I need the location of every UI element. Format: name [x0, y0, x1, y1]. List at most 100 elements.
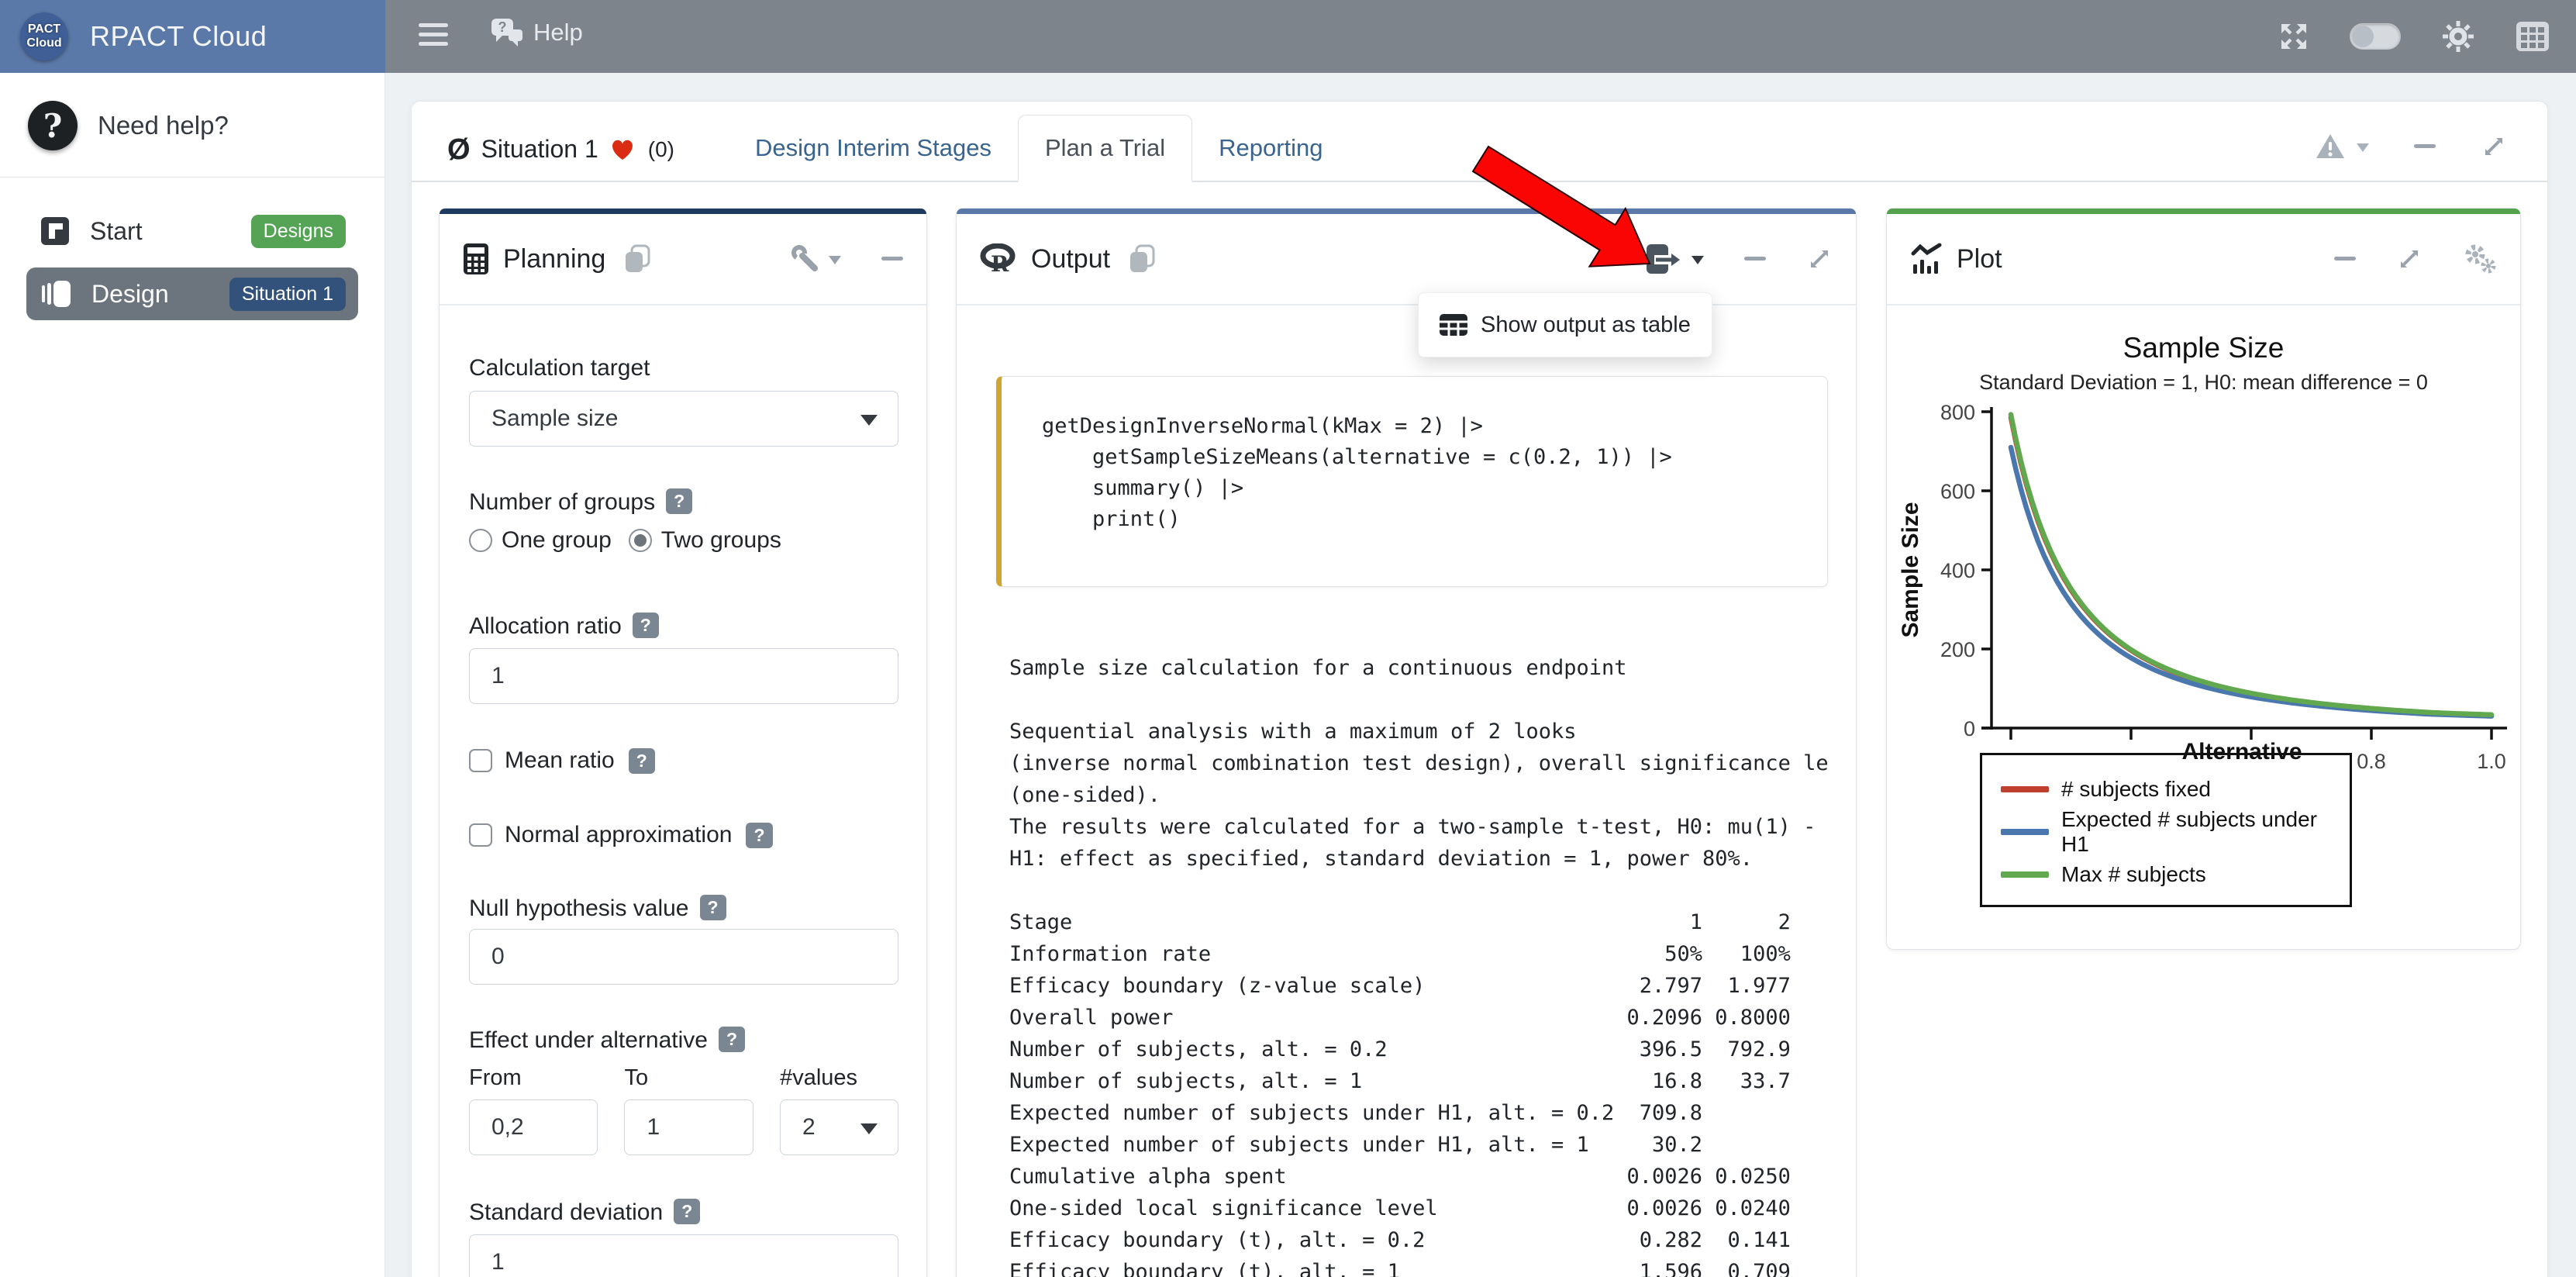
help-question-badge[interactable]: ? — [629, 748, 655, 774]
hamburger-menu-icon[interactable] — [419, 23, 448, 50]
legend-swatch-red — [2001, 786, 2049, 792]
mean-ratio-checkbox[interactable] — [469, 749, 492, 772]
r-code-text: getDesignInverseNormal(kMax = 2) |> getS… — [1002, 377, 1827, 535]
r-logo-icon: R — [980, 243, 1017, 274]
fullscreen-arrows-icon[interactable] — [2278, 21, 2309, 52]
svg-text:Sample Size: Sample Size — [1898, 502, 1923, 637]
caret-down-icon — [1691, 256, 1704, 271]
two-groups-radio[interactable] — [629, 529, 652, 552]
mean-ratio-label: Mean ratio — [505, 747, 615, 774]
expand-icon[interactable] — [2396, 246, 2423, 272]
output-accent — [957, 209, 1856, 214]
help-bubble-icon: ? — [490, 17, 524, 48]
app-screen: PACT Cloud RPACT Cloud ? Help — [0, 0, 2576, 1277]
minimize-icon[interactable] — [1744, 256, 1766, 262]
start-icon — [40, 216, 70, 246]
sidebar-item-start[interactable]: Start Designs — [26, 205, 358, 257]
legend-label: Max # subjects — [2061, 862, 2206, 887]
help-question-badge[interactable]: ? — [700, 895, 726, 920]
calculation-target-label: Calculation target — [469, 355, 898, 385]
empty-set-icon: Ø — [447, 136, 471, 163]
tab-design-interim-stages[interactable]: Design Interim Stages — [729, 116, 1018, 181]
effect-range-labels: From To #values — [469, 1065, 898, 1095]
r-code-block: getDesignInverseNormal(kMax = 2) |> getS… — [996, 376, 1828, 587]
minimize-icon[interactable] — [2334, 256, 2356, 262]
chart-title: Sample Size — [1887, 332, 2520, 364]
svg-text:0: 0 — [1964, 717, 1975, 740]
legend-item: Expected # subjects under H1 — [2001, 810, 2350, 853]
brand-title: RPACT Cloud — [90, 20, 267, 53]
export-menu: Show output as table — [1418, 292, 1712, 357]
legend-swatch-green — [2001, 871, 2049, 878]
planning-title: Planning — [503, 244, 605, 274]
help-button[interactable]: ? Help — [490, 17, 583, 48]
designs-badge: Designs — [251, 215, 346, 248]
brand-header: PACT Cloud RPACT Cloud — [0, 0, 385, 73]
help-label: Help — [533, 19, 583, 47]
toggle-knob — [2352, 26, 2374, 47]
help-question-badge[interactable]: ? — [719, 1027, 745, 1052]
help-question-badge[interactable]: ? — [633, 613, 659, 638]
tab-reporting[interactable]: Reporting — [1192, 116, 1349, 181]
export-dropdown[interactable] — [1645, 243, 1704, 275]
table-icon — [1439, 313, 1468, 337]
svg-text:400: 400 — [1940, 559, 1975, 582]
logo-text-2: Cloud — [26, 36, 61, 50]
warnings-dropdown[interactable] — [2315, 133, 2369, 160]
effect-range-inputs: 0,2 1 2 — [469, 1099, 898, 1155]
expand-icon[interactable] — [1806, 246, 1833, 272]
situation-header: Ø Situation 1 (0) — [447, 135, 685, 181]
help-question-badge[interactable]: ? — [666, 488, 692, 514]
normal-approximation-label: Normal approximation — [505, 822, 732, 848]
sidebar-item-label: Start — [90, 217, 143, 246]
mean-ratio-row: Mean ratio ? — [469, 746, 898, 775]
one-group-radio[interactable] — [469, 529, 492, 552]
show-output-as-table-item[interactable]: Show output as table — [1481, 312, 1691, 338]
normal-approximation-row: Normal approximation ? — [469, 820, 898, 850]
topbar-icon-group — [2278, 0, 2550, 73]
caret-down-icon — [829, 256, 841, 271]
minimize-icon[interactable] — [881, 256, 903, 262]
from-label: From — [469, 1065, 598, 1095]
allocation-ratio-label: Allocation ratio? — [469, 613, 898, 642]
plot-body: Sample Size Standard Deviation = 1, H0: … — [1887, 332, 2520, 907]
sidebar: ? Need help? Start Designs Design Situat… — [0, 73, 385, 1277]
heart-icon[interactable] — [609, 137, 636, 162]
legend-swatch-blue — [2001, 829, 2049, 835]
tools-dropdown[interactable] — [791, 245, 841, 273]
sun-settings-icon[interactable] — [2441, 19, 2475, 53]
null-hypothesis-input[interactable]: 0 — [469, 929, 898, 985]
plot-header: Plot — [1887, 214, 2520, 305]
standard-deviation-input[interactable]: 1 — [469, 1234, 898, 1277]
need-help-item[interactable]: ? Need help? — [0, 73, 385, 150]
allocation-ratio-input[interactable]: 1 — [469, 648, 898, 704]
legend-item: # subjects fixed — [2001, 768, 2350, 810]
chart-legend: Alternative # subjects fixed Expected # … — [1980, 753, 2352, 907]
apps-grid-icon[interactable] — [2516, 21, 2550, 52]
to-input[interactable]: 1 — [624, 1099, 753, 1155]
output-title: Output — [1031, 244, 1110, 274]
topbar: PACT Cloud RPACT Cloud ? Help — [0, 0, 2576, 73]
logo-text-1: PACT — [28, 22, 60, 36]
copy-icon[interactable] — [622, 243, 653, 274]
normal-approximation-checkbox[interactable] — [469, 823, 492, 847]
calculation-target-select[interactable]: Sample size — [469, 391, 898, 447]
question-circle-icon: ? — [28, 101, 78, 150]
expand-icon[interactable] — [2481, 133, 2507, 160]
chart-icon — [1910, 243, 1943, 275]
from-input[interactable]: 0,2 — [469, 1099, 598, 1155]
standard-deviation-label: Standard deviation? — [469, 1199, 898, 1228]
minimize-icon[interactable] — [2414, 143, 2436, 150]
svg-text:?: ? — [498, 19, 507, 35]
help-question-badge[interactable]: ? — [746, 823, 772, 848]
sidebar-item-design[interactable]: Design Situation 1 — [26, 267, 358, 320]
help-question-badge[interactable]: ? — [674, 1199, 700, 1224]
tab-plan-a-trial[interactable]: Plan a Trial — [1018, 115, 1192, 182]
gears-settings-icon[interactable] — [2463, 243, 2497, 274]
theme-toggle[interactable] — [2350, 23, 2401, 50]
output-header: R Output — [957, 214, 1856, 305]
copy-icon[interactable] — [1127, 243, 1158, 274]
groups-radio-row: One group Two groups — [469, 526, 898, 555]
values-select[interactable]: 2 — [780, 1099, 898, 1155]
svg-text:600: 600 — [1940, 480, 1975, 503]
